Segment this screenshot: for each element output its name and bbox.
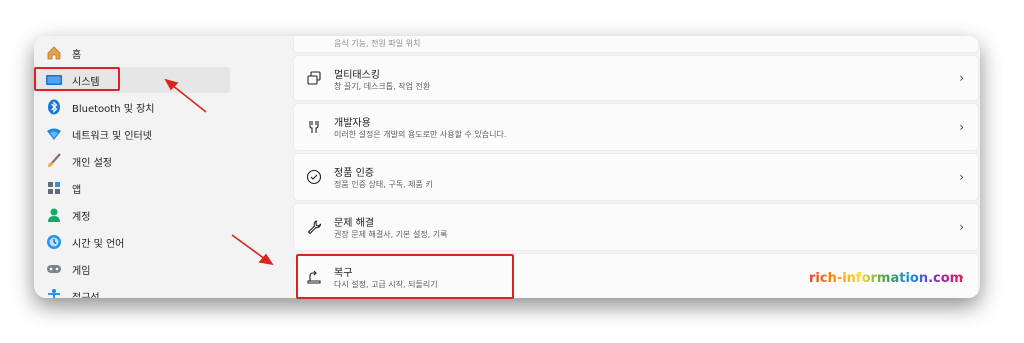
arrow-to-recovery (231, 234, 274, 266)
annotation-arrows (164, 78, 274, 266)
arrow-to-system (164, 78, 207, 113)
